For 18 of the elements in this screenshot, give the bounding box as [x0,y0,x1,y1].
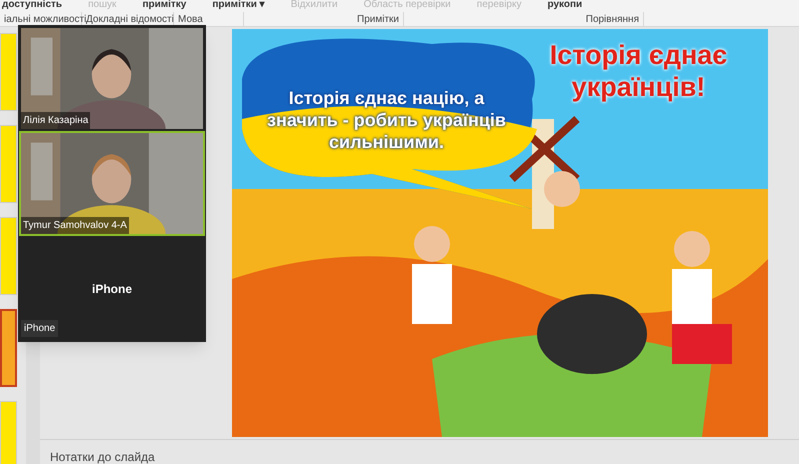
participant-name: Лілія Казаріна [21,112,90,129]
notes-label: Нотатки до слайда [50,450,155,464]
participant-caption: iPhone [21,320,58,337]
ribbon-command[interactable]: рукопи [547,0,582,10]
slide-thumbnail[interactable] [0,309,17,387]
video-tile[interactable]: iPhone iPhone [19,236,205,341]
ribbon-group-label: Порівняння [404,12,644,26]
ribbon-group-label: Примітки [244,12,404,26]
ribbon-command[interactable]: доступність [2,0,62,10]
participant-name: Tymur Samohvalov 4-A [21,217,129,234]
ribbon-command[interactable]: примітку [142,0,186,10]
participant-name: iPhone [92,280,132,298]
video-tile[interactable]: Лілія Казаріна [19,26,205,131]
ribbon-command[interactable]: примітки ▾ [212,0,265,10]
video-tile[interactable]: Tymur Samohvalov 4-A [19,131,205,236]
speech-bubble-text: Історія єднає націю, а значить - робить українців сильнішими. [266,87,507,153]
slide-title: Історія єднає українців! [548,39,728,103]
scrollbar[interactable] [26,342,40,464]
